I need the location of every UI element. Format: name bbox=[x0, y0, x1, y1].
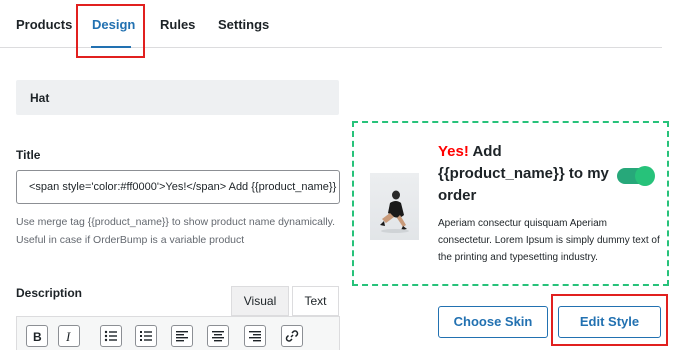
preview-description: Aperiam consectur quisquam Aperiam conse… bbox=[438, 218, 660, 263]
align-right-icon[interactable] bbox=[244, 325, 266, 347]
edit-style-highlight bbox=[551, 294, 668, 346]
align-center-icon[interactable] bbox=[207, 325, 229, 347]
title-input-value: <span style='color:#ff0000'>Yes!</span> … bbox=[29, 181, 339, 193]
link-icon[interactable] bbox=[281, 325, 303, 347]
editor-toolbar: B I bbox=[16, 316, 340, 350]
svg-text:B: B bbox=[33, 330, 42, 343]
description-label: Description bbox=[16, 286, 83, 300]
svg-text:I: I bbox=[65, 329, 71, 343]
order-bump-preview: Yes! Add {{product_name}} to my order Ap… bbox=[352, 121, 669, 286]
align-left-icon[interactable] bbox=[171, 325, 193, 347]
italic-icon[interactable]: I bbox=[58, 325, 80, 347]
tab-products[interactable]: Products bbox=[16, 17, 72, 32]
bullet-list-icon[interactable] bbox=[100, 325, 122, 347]
numbered-list-icon[interactable] bbox=[135, 325, 157, 347]
choose-skin-button[interactable]: Choose Skin bbox=[438, 306, 548, 338]
preview-title-highlight: Yes! bbox=[438, 143, 469, 160]
tab-settings[interactable]: Settings bbox=[218, 17, 269, 32]
tab-rules[interactable]: Rules bbox=[160, 17, 195, 32]
add-to-order-toggle[interactable] bbox=[617, 166, 655, 186]
title-help-text: Use merge tag {{product_name}} to show p… bbox=[16, 216, 336, 246]
visual-tab[interactable]: Visual bbox=[231, 286, 289, 316]
template-name-field[interactable]: Hat bbox=[16, 80, 339, 115]
title-input[interactable]: <span style='color:#ff0000'>Yes!</span> … bbox=[16, 170, 340, 204]
product-image bbox=[370, 173, 419, 240]
bold-icon[interactable]: B bbox=[26, 325, 48, 347]
design-tab-highlight bbox=[76, 4, 145, 58]
preview-title: Yes! Add {{product_name}} to my order bbox=[438, 141, 618, 207]
title-label: Title bbox=[16, 148, 41, 162]
toggle-knob bbox=[635, 166, 655, 186]
text-tab[interactable]: Text bbox=[292, 286, 339, 316]
template-name-value: Hat bbox=[30, 91, 50, 105]
